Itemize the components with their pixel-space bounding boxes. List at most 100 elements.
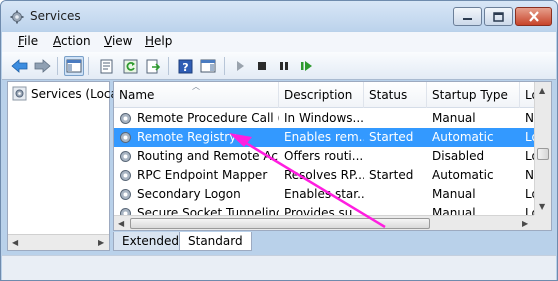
toolbar: ? xyxy=(2,52,556,80)
scroll-right-arrow-icon[interactable]: ▶ xyxy=(522,219,528,228)
service-startup-type: Manual xyxy=(432,111,476,125)
restart-service-icon xyxy=(301,61,312,71)
show-hide-action-pane-button[interactable] xyxy=(198,56,218,76)
column-startup-type-label: Startup Type xyxy=(432,88,508,102)
scroll-up-arrow-icon[interactable]: ▲ xyxy=(539,86,545,95)
service-log-on-as: Lo xyxy=(525,149,534,163)
menu-help[interactable]: Help xyxy=(145,34,172,48)
stop-service-button[interactable] xyxy=(252,56,272,76)
table-row[interactable]: Secondary Logon Enables star... Manual L… xyxy=(114,185,534,204)
table-row[interactable]: Routing and Remote Ac... Offers routi...… xyxy=(114,147,534,166)
table-row[interactable]: Secure Socket Tunneling... Provides su..… xyxy=(114,204,534,215)
service-name: Remote Registry xyxy=(137,130,237,144)
stop-service-icon xyxy=(258,62,266,70)
restart-service-button[interactable] xyxy=(296,56,316,76)
forward-arrow-icon xyxy=(34,59,51,73)
maximize-button[interactable] xyxy=(484,7,513,26)
forward-button[interactable] xyxy=(32,56,52,76)
service-log-on-as: N xyxy=(525,168,534,182)
table-row[interactable]: RPC Endpoint Mapper Resolves RP... Start… xyxy=(114,166,534,185)
menu-file[interactable]: File xyxy=(18,34,38,48)
service-name: Routing and Remote Ac... xyxy=(137,149,279,163)
list-vertical-scrollbar[interactable]: ▲ ▼ xyxy=(534,82,551,215)
service-description: Resolves RP... xyxy=(284,168,364,182)
service-status: Started xyxy=(369,130,414,144)
tree-item-services-local[interactable]: Services (Loca xyxy=(12,86,118,101)
scroll-left-arrow-icon[interactable]: ◀ xyxy=(12,238,18,247)
tree-horizontal-scrollbar[interactable]: ◀ ▶ xyxy=(8,234,109,250)
scrollbar-corner xyxy=(534,215,551,230)
column-header-name[interactable]: ︿ Name xyxy=(114,82,279,108)
service-log-on-as: Lo xyxy=(525,187,534,201)
start-service-icon xyxy=(237,61,244,71)
service-status xyxy=(364,147,427,166)
column-description-label: Description xyxy=(284,88,353,102)
service-description: Offers routi... xyxy=(284,149,364,163)
back-button[interactable] xyxy=(10,56,30,76)
tab-standard[interactable]: Standard xyxy=(179,232,252,251)
menu-help-accel: H xyxy=(145,34,155,48)
services-window: Services File Action View Help ? Service… xyxy=(0,0,558,281)
start-service-button[interactable] xyxy=(230,56,250,76)
list-horizontal-scrollbar[interactable]: ◀ ▶ xyxy=(114,215,534,230)
tab-extended[interactable]: Extended xyxy=(113,232,188,251)
menu-view[interactable]: View xyxy=(104,34,132,48)
service-log-on-as: N xyxy=(525,111,534,125)
services-list-pane: ︿ Name Description Status Startup Type L… xyxy=(113,81,552,231)
service-name: Secure Socket Tunneling... xyxy=(137,206,279,215)
help-button[interactable]: ? xyxy=(175,56,195,76)
column-name-label: Name xyxy=(119,88,155,102)
menu-view-label: iew xyxy=(111,34,133,48)
service-name: RPC Endpoint Mapper xyxy=(137,168,268,182)
toolbar-separator xyxy=(88,57,89,75)
help-icon: ? xyxy=(178,59,192,74)
service-status xyxy=(364,204,427,215)
minimize-icon xyxy=(463,18,472,20)
pause-service-button[interactable] xyxy=(274,56,294,76)
services-gear-icon xyxy=(12,86,27,101)
column-status-label: Status xyxy=(369,88,408,102)
menu-action-label: ction xyxy=(61,34,91,48)
service-gear-icon xyxy=(120,189,131,200)
properties-icon xyxy=(100,59,112,73)
close-icon xyxy=(528,11,539,22)
service-status: Started xyxy=(369,168,414,182)
table-row[interactable]: Remote Procedure Call (... In Windows...… xyxy=(114,109,534,128)
svg-text:?: ? xyxy=(182,61,188,74)
service-name: Secondary Logon xyxy=(137,187,241,201)
pause-service-icon xyxy=(280,62,288,70)
export-list-icon xyxy=(146,59,160,73)
service-gear-icon xyxy=(120,170,131,181)
menu-action[interactable]: Action xyxy=(53,34,91,48)
sort-ascending-icon: ︿ xyxy=(192,82,200,91)
scroll-right-arrow-icon[interactable]: ▶ xyxy=(98,238,104,247)
column-header-status[interactable]: Status xyxy=(364,82,427,108)
service-gear-icon xyxy=(120,208,131,215)
service-description: In Windows... xyxy=(284,111,364,125)
column-header-description[interactable]: Description xyxy=(279,82,364,108)
toolbar-separator xyxy=(57,57,58,75)
table-row-selected[interactable]: Remote Registry Enables rem... Started A… xyxy=(114,128,534,147)
column-header-startup-type[interactable]: Startup Type xyxy=(427,82,520,108)
scroll-down-arrow-icon[interactable]: ▼ xyxy=(539,202,545,211)
refresh-button[interactable] xyxy=(120,56,140,76)
vertical-scroll-thumb[interactable] xyxy=(537,148,549,160)
service-gear-icon xyxy=(120,113,131,124)
service-status xyxy=(364,109,427,128)
horizontal-scroll-thumb[interactable] xyxy=(130,218,430,229)
minimize-button[interactable] xyxy=(453,7,482,26)
close-button[interactable] xyxy=(515,7,552,26)
export-list-button[interactable] xyxy=(143,56,163,76)
show-hide-console-tree-icon xyxy=(66,59,82,73)
tree-item-label: Services (Loca xyxy=(31,86,118,101)
properties-button[interactable] xyxy=(96,56,116,76)
show-hide-action-pane-icon xyxy=(200,59,216,73)
toolbar-separator xyxy=(224,57,225,75)
scroll-left-arrow-icon[interactable]: ◀ xyxy=(118,219,124,228)
show-hide-console-tree-button[interactable] xyxy=(64,56,84,76)
service-description: Enables rem... xyxy=(284,130,364,144)
service-status xyxy=(364,185,427,204)
title-bar[interactable]: Services xyxy=(1,1,557,31)
service-name: Remote Procedure Call (... xyxy=(137,111,279,125)
toolbar-separator xyxy=(168,57,169,75)
